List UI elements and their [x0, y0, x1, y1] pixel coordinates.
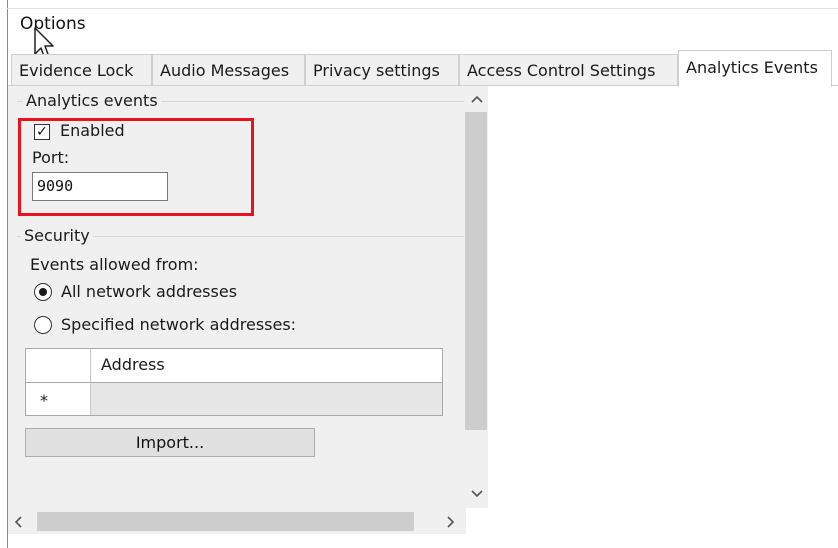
horizontal-scroll-thumb[interactable]	[37, 512, 414, 531]
specified-addresses-radio[interactable]	[34, 316, 52, 334]
vertical-scroll-thumb[interactable]	[465, 112, 487, 430]
window-top-border	[7, 8, 838, 9]
events-allowed-label: Events allowed from:	[30, 255, 199, 274]
tab-privacy-settings[interactable]: Privacy settings	[305, 54, 459, 85]
address-cell[interactable]	[91, 383, 442, 415]
import-button[interactable]: Import...	[25, 428, 315, 457]
address-column-header[interactable]: Address	[91, 349, 442, 383]
tab-evidence-lock[interactable]: Evidence Lock	[11, 54, 152, 85]
scroll-left-icon[interactable]	[13, 515, 23, 529]
scroll-down-icon[interactable]	[470, 489, 484, 499]
scroll-right-icon[interactable]	[446, 515, 456, 529]
address-table: Address *	[25, 348, 443, 416]
analytics-group-title: Analytics events	[23, 91, 161, 110]
tab-access-control-settings[interactable]: Access Control Settings	[459, 54, 678, 85]
all-addresses-label: All network addresses	[61, 282, 238, 301]
all-addresses-radio[interactable]	[34, 283, 52, 301]
highlight-box	[18, 118, 254, 216]
security-group-title: Security	[21, 226, 93, 245]
tab-audio-messages[interactable]: Audio Messages	[152, 54, 305, 85]
radio-dot-icon	[38, 287, 47, 296]
new-row-marker[interactable]: *	[26, 383, 91, 415]
scroll-up-icon[interactable]	[470, 94, 484, 104]
tab-analytics-events[interactable]: Analytics Events	[678, 50, 832, 87]
specified-addresses-label: Specified network addresses:	[61, 315, 297, 334]
tab-strip: Evidence Lock Audio Messages Privacy set…	[8, 50, 838, 87]
row-header-corner	[26, 349, 91, 383]
